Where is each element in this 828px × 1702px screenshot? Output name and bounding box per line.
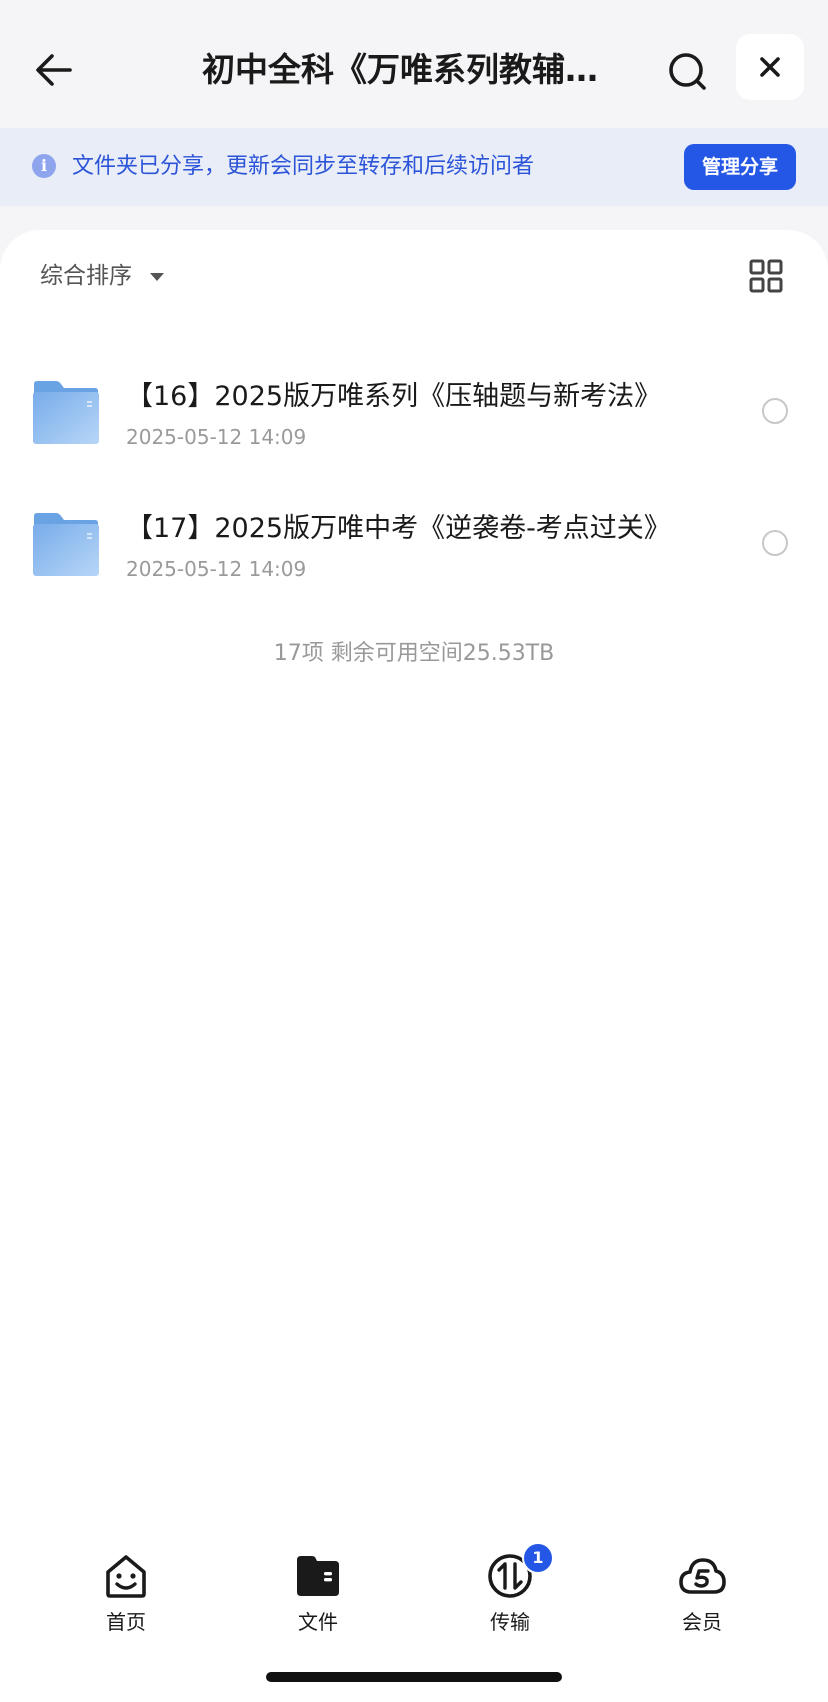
tab-files[interactable]: 文件	[258, 1542, 378, 1642]
page-title: 初中全科《万唯系列教辅…	[202, 50, 598, 89]
file-list-item[interactable]: 【17】2025版万唯中考《逆袭卷-考点过关》 2025-05-12 14:09	[0, 486, 828, 596]
file-name: 【16】2025版万唯系列《压轴题与新考法》	[126, 381, 662, 412]
tab-home[interactable]: 首页	[66, 1542, 186, 1642]
share-notice-text: 文件夹已分享，更新会同步至转存和后续访问者	[72, 154, 535, 179]
folder-icon	[297, 1556, 339, 1596]
grid-view-toggle[interactable]	[748, 258, 784, 294]
bottom-tab-bar: 首页 文件 1 传输 会员	[0, 1530, 828, 1650]
file-date: 2025-05-12 14:09	[126, 557, 307, 581]
caret-down-icon	[150, 273, 164, 281]
tab-member[interactable]: 会员	[642, 1542, 762, 1642]
search-icon	[669, 53, 706, 90]
top-nav-bar: 初中全科《万唯系列教辅…	[0, 0, 828, 128]
file-date: 2025-05-12 14:09	[126, 425, 307, 449]
sort-label: 综合排序	[40, 263, 132, 289]
share-notice-banner: i 文件夹已分享，更新会同步至转存和后续访问者 管理分享	[0, 128, 828, 206]
manage-share-button[interactable]: 管理分享	[684, 144, 796, 190]
close-button[interactable]	[736, 34, 804, 100]
home-icon	[106, 1555, 146, 1598]
tab-member-label: 会员	[682, 1610, 722, 1634]
file-list-panel: 综合排序 【16】2025版万唯系列《压轴题与新考法》 2025-05-12 1…	[0, 230, 828, 1702]
tab-home-label: 首页	[106, 1610, 146, 1634]
file-name: 【17】2025版万唯中考《逆袭卷-考点过关》	[126, 513, 671, 544]
file-list-item[interactable]: 【16】2025版万唯系列《压轴题与新考法》 2025-05-12 14:09	[0, 354, 828, 464]
tab-transfer[interactable]: 1 传输	[450, 1542, 570, 1642]
close-icon	[760, 57, 780, 77]
folder-icon	[33, 381, 99, 444]
member-cloud-icon	[679, 1558, 726, 1594]
select-checkbox[interactable]	[762, 398, 788, 424]
select-checkbox[interactable]	[762, 530, 788, 556]
search-button[interactable]	[660, 44, 716, 100]
transfer-count-badge: 1	[522, 1542, 554, 1574]
tab-transfer-label: 传输	[490, 1610, 530, 1634]
back-button[interactable]	[28, 44, 80, 96]
folder-icon	[33, 513, 99, 576]
arrow-left-icon	[36, 54, 72, 86]
tab-files-label: 文件	[298, 1610, 338, 1634]
home-indicator	[266, 1672, 562, 1682]
storage-summary: 17项 剩余可用空间25.53TB	[273, 641, 555, 666]
sort-dropdown[interactable]: 综合排序	[40, 256, 164, 296]
grid-view-icon	[749, 259, 783, 293]
info-icon: i	[32, 154, 56, 178]
